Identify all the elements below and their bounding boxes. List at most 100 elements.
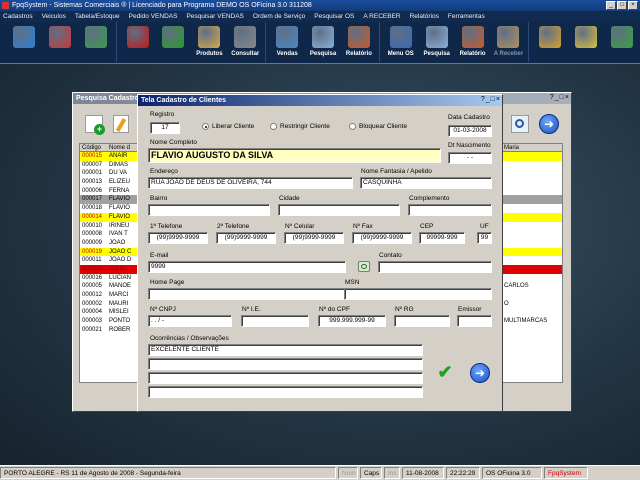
tel2-field[interactable]: (99)9999-9999 <box>216 232 276 244</box>
toolbar-button-5[interactable]: Produtos <box>191 22 227 64</box>
client-list-row[interactable]: 000006 FERNA <box>80 187 140 196</box>
search-window-close-button[interactable]: × <box>565 94 569 101</box>
toolbar-button-15[interactable] <box>568 22 604 64</box>
client-list-row[interactable]: 000015 ANAIR <box>80 152 140 161</box>
msn-field[interactable] <box>344 288 492 300</box>
menu-item-4[interactable]: Pesquisar VENDAS <box>186 11 243 22</box>
menu-item-2[interactable]: Tabela/Estoque <box>75 11 120 22</box>
radio-bloquear-dot[interactable] <box>349 123 356 130</box>
search-window-min-button[interactable]: _ <box>555 94 559 101</box>
contato-field[interactable] <box>378 261 492 273</box>
right-column-row[interactable] <box>502 178 562 187</box>
email-field[interactable]: 9999 <box>148 261 346 273</box>
menu-item-1[interactable]: Veiculos <box>42 11 66 22</box>
cpf-field[interactable]: 999.999.999-99 <box>318 315 386 327</box>
toolbar-button-8[interactable]: Pesquisa <box>305 22 341 64</box>
client-list-row[interactable]: 000004 MISLEI <box>80 308 140 317</box>
right-column-row[interactable]: CARLOS <box>502 282 562 291</box>
toolbar-button-11[interactable]: Pesquisa <box>419 22 455 64</box>
toolbar-button-10[interactable]: Menu OS <box>383 22 419 64</box>
observacoes-line-3[interactable] <box>148 372 423 384</box>
next-arrow-icon[interactable]: ➜ <box>470 363 490 383</box>
observacoes-line-1[interactable]: EXCELENTE CLIENTE <box>148 344 423 356</box>
client-list-row[interactable]: 000019 JOÃO C <box>80 247 140 257</box>
bairro-field[interactable] <box>148 204 270 216</box>
menu-item-9[interactable]: Ferramentas <box>448 11 485 22</box>
toolbar-button-7[interactable]: Vendas <box>269 22 305 64</box>
edit-client-icon[interactable] <box>113 115 129 133</box>
add-client-icon[interactable]: + <box>85 115 105 135</box>
client-list-row[interactable]: 000018 FLAVIO <box>80 204 140 213</box>
client-list-row[interactable]: 000013 ELIZEU <box>80 178 140 187</box>
client-list-row[interactable]: 000002 MAURI <box>80 300 140 309</box>
right-column-row[interactable] <box>502 291 562 300</box>
client-list-row[interactable]: 000016 LUCIAN <box>80 274 140 283</box>
toolbar-button-16[interactable] <box>604 22 640 64</box>
toolbar-button-0[interactable] <box>6 22 42 64</box>
client-list-row[interactable]: 000010 IRINEU <box>80 222 140 231</box>
client-list-row[interactable]: 000011 JOÃO D <box>80 256 140 265</box>
toolbar-button-6[interactable]: Consultar <box>227 22 263 64</box>
form-min-button[interactable]: _ <box>486 96 490 103</box>
homepage-field[interactable] <box>148 288 346 300</box>
right-column-row[interactable] <box>502 222 562 231</box>
fax-field[interactable]: (99)9999-9999 <box>352 232 412 244</box>
toolbar-button-12[interactable]: Relatório <box>455 22 491 64</box>
observacoes-line-4[interactable] <box>148 386 423 398</box>
right-column-row[interactable] <box>502 169 562 178</box>
dt-nascimento-field[interactable]: - - <box>448 152 492 164</box>
right-column-row[interactable] <box>502 264 562 274</box>
toolbar-button-2[interactable] <box>78 22 114 64</box>
client-list-row[interactable]: 000005 MANOE <box>80 282 140 291</box>
right-column-row[interactable] <box>502 274 562 283</box>
client-list-row[interactable]: 000003 JULIA <box>80 264 140 274</box>
form-max-button[interactable]: □ <box>491 96 495 103</box>
col-nome[interactable]: Nome d <box>107 144 130 151</box>
tel1-field[interactable]: (99)9999-9999 <box>148 232 208 244</box>
radio-restringir-dot[interactable] <box>270 123 277 130</box>
menu-item-3[interactable]: Pedido VENDAS <box>129 11 178 22</box>
form-help-button[interactable]: ? <box>481 96 485 103</box>
toolbar-button-13[interactable]: A Receber <box>491 22 527 64</box>
client-list-row[interactable]: 000017 FLAVIO <box>80 195 140 205</box>
radio-liberar-dot[interactable] <box>202 123 209 130</box>
toolbar-button-9[interactable]: Relatório <box>341 22 377 64</box>
menu-item-8[interactable]: Relatórios <box>410 11 439 22</box>
nome-field[interactable]: FLAVIO AUGUSTO DA SILVA <box>148 148 441 163</box>
cidade-field[interactable] <box>278 204 400 216</box>
col-codigo[interactable]: Código <box>80 144 107 151</box>
registro-field[interactable]: 17 <box>150 122 180 134</box>
menu-item-0[interactable]: Cadastros <box>3 11 33 22</box>
minimize-button[interactable]: _ <box>606 1 616 10</box>
right-column-row[interactable] <box>502 187 562 196</box>
right-column-row[interactable] <box>502 230 562 239</box>
right-column-row[interactable] <box>502 212 562 222</box>
right-column-row[interactable] <box>502 161 562 170</box>
radio-restringir[interactable]: Restringir Cliente <box>270 123 330 130</box>
client-list-row[interactable]: 000014 FLAVIO <box>80 212 140 222</box>
client-form-titlebar[interactable]: Tela Cadastro de Clientes <box>138 95 502 106</box>
client-list-right-column[interactable]: Maria CARLOS O MULTIMARCAS <box>501 143 563 383</box>
client-list[interactable]: Código Nome d 000015 ANAIR 000007 DIMAS 0000… <box>79 143 141 383</box>
client-list-row[interactable]: 000021 ROBER <box>80 326 140 335</box>
cnpj-field[interactable]: . . / - <box>148 315 232 327</box>
toolbar-button-4[interactable] <box>156 22 192 64</box>
right-column-row[interactable] <box>502 247 562 257</box>
observacoes-line-2[interactable] <box>148 358 423 370</box>
close-button[interactable]: × <box>628 1 638 10</box>
menu-item-7[interactable]: A RECEBER <box>363 11 400 22</box>
maximize-button[interactable]: □ <box>617 1 627 10</box>
search-magnifier-icon[interactable] <box>511 115 529 133</box>
client-list-row[interactable]: 000007 DIMAS <box>80 161 140 170</box>
endereco-field[interactable]: RUA JOÃO DE DEUS DE OLIVEIRA, 744 <box>148 177 353 189</box>
right-column-row[interactable] <box>502 195 562 205</box>
complemento-field[interactable] <box>408 204 492 216</box>
uf-field[interactable]: 99 <box>477 232 492 244</box>
data-cadastro-field[interactable]: 01-03-2008 <box>448 125 492 137</box>
right-column-row[interactable]: O <box>502 300 562 309</box>
client-list-row[interactable]: 000003 PONTO <box>80 317 140 326</box>
search-next-arrow-icon[interactable]: ➜ <box>539 114 559 134</box>
client-list-row[interactable]: 000008 IVAN T <box>80 230 140 239</box>
right-column-row[interactable] <box>502 326 562 335</box>
right-column-row[interactable] <box>502 204 562 213</box>
